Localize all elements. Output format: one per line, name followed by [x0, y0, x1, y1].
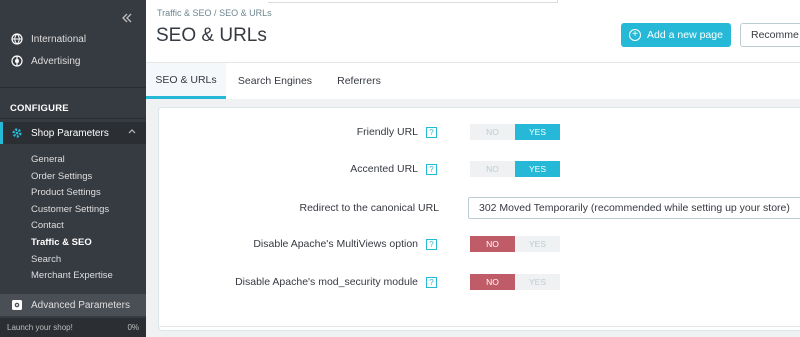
add-new-page-label: Add a new page — [647, 29, 723, 41]
sidebar-item-label: Advanced Parameters — [31, 299, 130, 311]
sidebar-item-advertising[interactable]: Advertising — [0, 52, 146, 70]
mod-security-label: Disable Apache's mod_security module? — [235, 276, 437, 288]
switch-yes[interactable]: YES — [515, 124, 560, 140]
gear-icon — [10, 127, 23, 140]
launch-progress: 0% — [127, 323, 139, 332]
multiviews-text: Disable Apache's MultiViews option — [253, 238, 418, 250]
help-icon[interactable]: ? — [426, 238, 437, 250]
settings-panel: Friendly URL? NO YES Accented URL? NO YE… — [158, 107, 800, 331]
switch-no[interactable]: NO — [470, 274, 515, 290]
redirect-canonical-select[interactable]: 302 Moved Temporarily (recommended while… — [468, 197, 800, 219]
divider — [159, 326, 800, 327]
sidebar-item-label: Shop Parameters — [31, 127, 109, 139]
tab-bar: SEO & URLs Search Engines Referrers — [146, 62, 800, 99]
accented-url-text: Accented URL — [350, 163, 418, 175]
tab-referrers[interactable]: Referrers — [324, 63, 394, 99]
switch-yes[interactable]: YES — [515, 161, 560, 177]
friendly-url-text: Friendly URL — [356, 126, 418, 138]
sidebar-subitem-customer-settings[interactable]: Customer Settings — [0, 202, 146, 219]
sidebar-subitem-product-settings[interactable]: Product Settings — [0, 185, 146, 202]
top-strip — [268, 0, 558, 3]
mod-security-switch[interactable]: NO YES — [470, 274, 560, 290]
sidebar-item-shop-parameters[interactable]: Shop Parameters — [0, 122, 146, 144]
redirect-canonical-text: Redirect to the canonical URL — [299, 202, 440, 214]
sidebar-item-international[interactable]: International — [0, 30, 146, 48]
launch-label: Launch your shop! — [7, 323, 73, 332]
sidebar-item-label: Advertising — [31, 55, 81, 67]
sidebar-subitem-contact[interactable]: Contact — [0, 218, 146, 235]
section-heading: CONFIGURE — [10, 103, 69, 114]
settings-box-icon — [10, 299, 23, 312]
sidebar-subitem-general[interactable]: General — [0, 152, 146, 169]
multiviews-label: Disable Apache's MultiViews option? — [253, 238, 437, 250]
page-header: Traffic & SEO / SEO & URLs SEO & URLs + … — [146, 0, 800, 62]
sidebar: International Advertising CONFIGURE Shop… — [0, 0, 146, 337]
tab-seo-urls[interactable]: SEO & URLs — [146, 63, 226, 99]
switch-yes[interactable]: YES — [515, 274, 560, 290]
tab-search-engines[interactable]: Search Engines — [226, 63, 324, 99]
sidebar-subitem-order-settings[interactable]: Order Settings — [0, 169, 146, 186]
sidebar-item-label: International — [31, 33, 87, 45]
accented-url-switch[interactable]: NO YES — [470, 161, 560, 177]
divider — [0, 87, 146, 88]
switch-no[interactable]: NO — [470, 236, 515, 252]
add-new-page-button[interactable]: + Add a new page — [621, 23, 731, 47]
launch-shop-bar[interactable]: Launch your shop! 0% — [0, 318, 146, 337]
sidebar-subitem-traffic-seo[interactable]: Traffic & SEO — [0, 235, 146, 252]
recommended-modules-button[interactable]: Recomme — [740, 23, 800, 47]
breadcrumb-item[interactable]: SEO & URLs — [219, 8, 272, 18]
breadcrumb-separator: / — [214, 8, 217, 18]
switch-no[interactable]: NO — [470, 161, 515, 177]
switch-yes[interactable]: YES — [515, 236, 560, 252]
accented-url-label: Accented URL? — [350, 163, 437, 175]
page-title: SEO & URLs — [156, 25, 267, 46]
help-icon[interactable]: ? — [426, 126, 437, 138]
recommended-modules-label: Recomme — [751, 29, 799, 41]
friendly-url-switch[interactable]: NO YES — [470, 124, 560, 140]
sidebar-submenu: General Order Settings Product Settings … — [0, 152, 146, 285]
double-chevron-left-icon[interactable] — [121, 12, 133, 24]
globe-icon — [10, 33, 23, 46]
help-icon[interactable]: ? — [426, 163, 437, 175]
chevron-up-icon[interactable] — [128, 127, 136, 137]
divider — [0, 118, 146, 119]
multiviews-switch[interactable]: NO YES — [470, 236, 560, 252]
megaphone-icon — [10, 55, 23, 68]
sidebar-subitem-merchant-expertise[interactable]: Merchant Expertise — [0, 268, 146, 285]
help-icon[interactable]: ? — [426, 276, 437, 288]
friendly-url-label: Friendly URL? — [357, 126, 437, 138]
mod-security-text: Disable Apache's mod_security module — [235, 276, 418, 288]
sidebar-item-advanced-parameters[interactable]: Advanced Parameters — [0, 294, 146, 316]
sidebar-subitem-search[interactable]: Search — [0, 252, 146, 269]
add-circle-icon: + — [629, 29, 642, 41]
breadcrumb-item[interactable]: Traffic & SEO — [157, 8, 212, 18]
redirect-canonical-label: Redirect to the canonical URL — [300, 202, 440, 214]
redirect-canonical-value: 302 Moved Temporarily (recommended while… — [479, 202, 790, 214]
breadcrumb: Traffic & SEO / SEO & URLs — [157, 8, 272, 18]
switch-no[interactable]: NO — [470, 124, 515, 140]
